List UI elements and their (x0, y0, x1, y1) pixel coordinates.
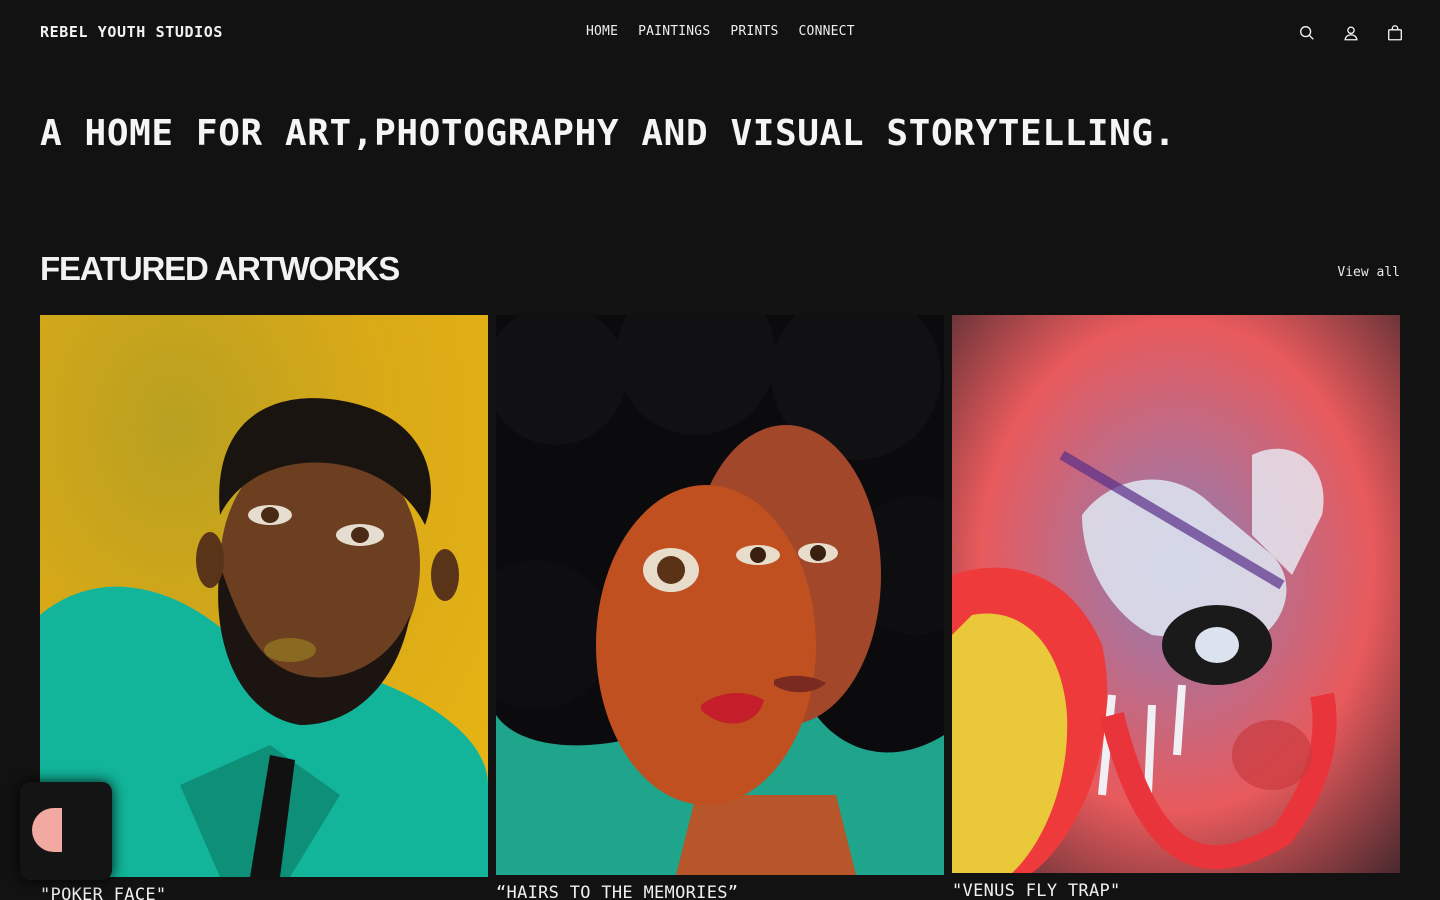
nav-connect[interactable]: CONNECT (799, 24, 855, 39)
artwork-image-venus-fly-trap[interactable] (952, 315, 1400, 873)
artwork-caption[interactable]: "VENUS FLY TRAP" (952, 881, 1400, 900)
nav-paintings[interactable]: PAINTINGS (638, 24, 710, 39)
artwork-caption[interactable]: “HAIRS TO THE MEMORIES” (496, 883, 944, 900)
chat-widget[interactable] (20, 782, 112, 880)
hero-headline: A HOME FOR ART,PHOTOGRAPHY AND VISUAL ST… (40, 113, 1176, 154)
view-all-link[interactable]: View all (1337, 265, 1400, 280)
main-nav: HOME PAINTINGS PRINTS CONNECT (586, 24, 855, 39)
brand-logo[interactable]: REBEL YOUTH STUDIOS (40, 23, 223, 41)
artwork-card[interactable]: "VENUS FLY TRAP" (952, 315, 1400, 900)
featured-title: FEATURED ARTWORKS (40, 250, 400, 287)
site-header: REBEL YOUTH STUDIOS HOME PAINTINGS PRINT… (0, 0, 1440, 66)
artwork-image-hairs-to-the-memories[interactable] (496, 315, 944, 875)
cart-icon[interactable] (1384, 22, 1406, 44)
chat-avatar-icon[interactable] (32, 808, 62, 852)
artwork-card[interactable]: “HAIRS TO THE MEMORIES” (496, 315, 944, 900)
nav-home[interactable]: HOME (586, 24, 618, 39)
account-icon[interactable] (1340, 22, 1362, 44)
nav-prints[interactable]: PRINTS (730, 24, 778, 39)
artwork-caption[interactable]: "POKER FACE" (40, 885, 488, 900)
header-icons (1296, 22, 1406, 44)
search-icon[interactable] (1296, 22, 1318, 44)
